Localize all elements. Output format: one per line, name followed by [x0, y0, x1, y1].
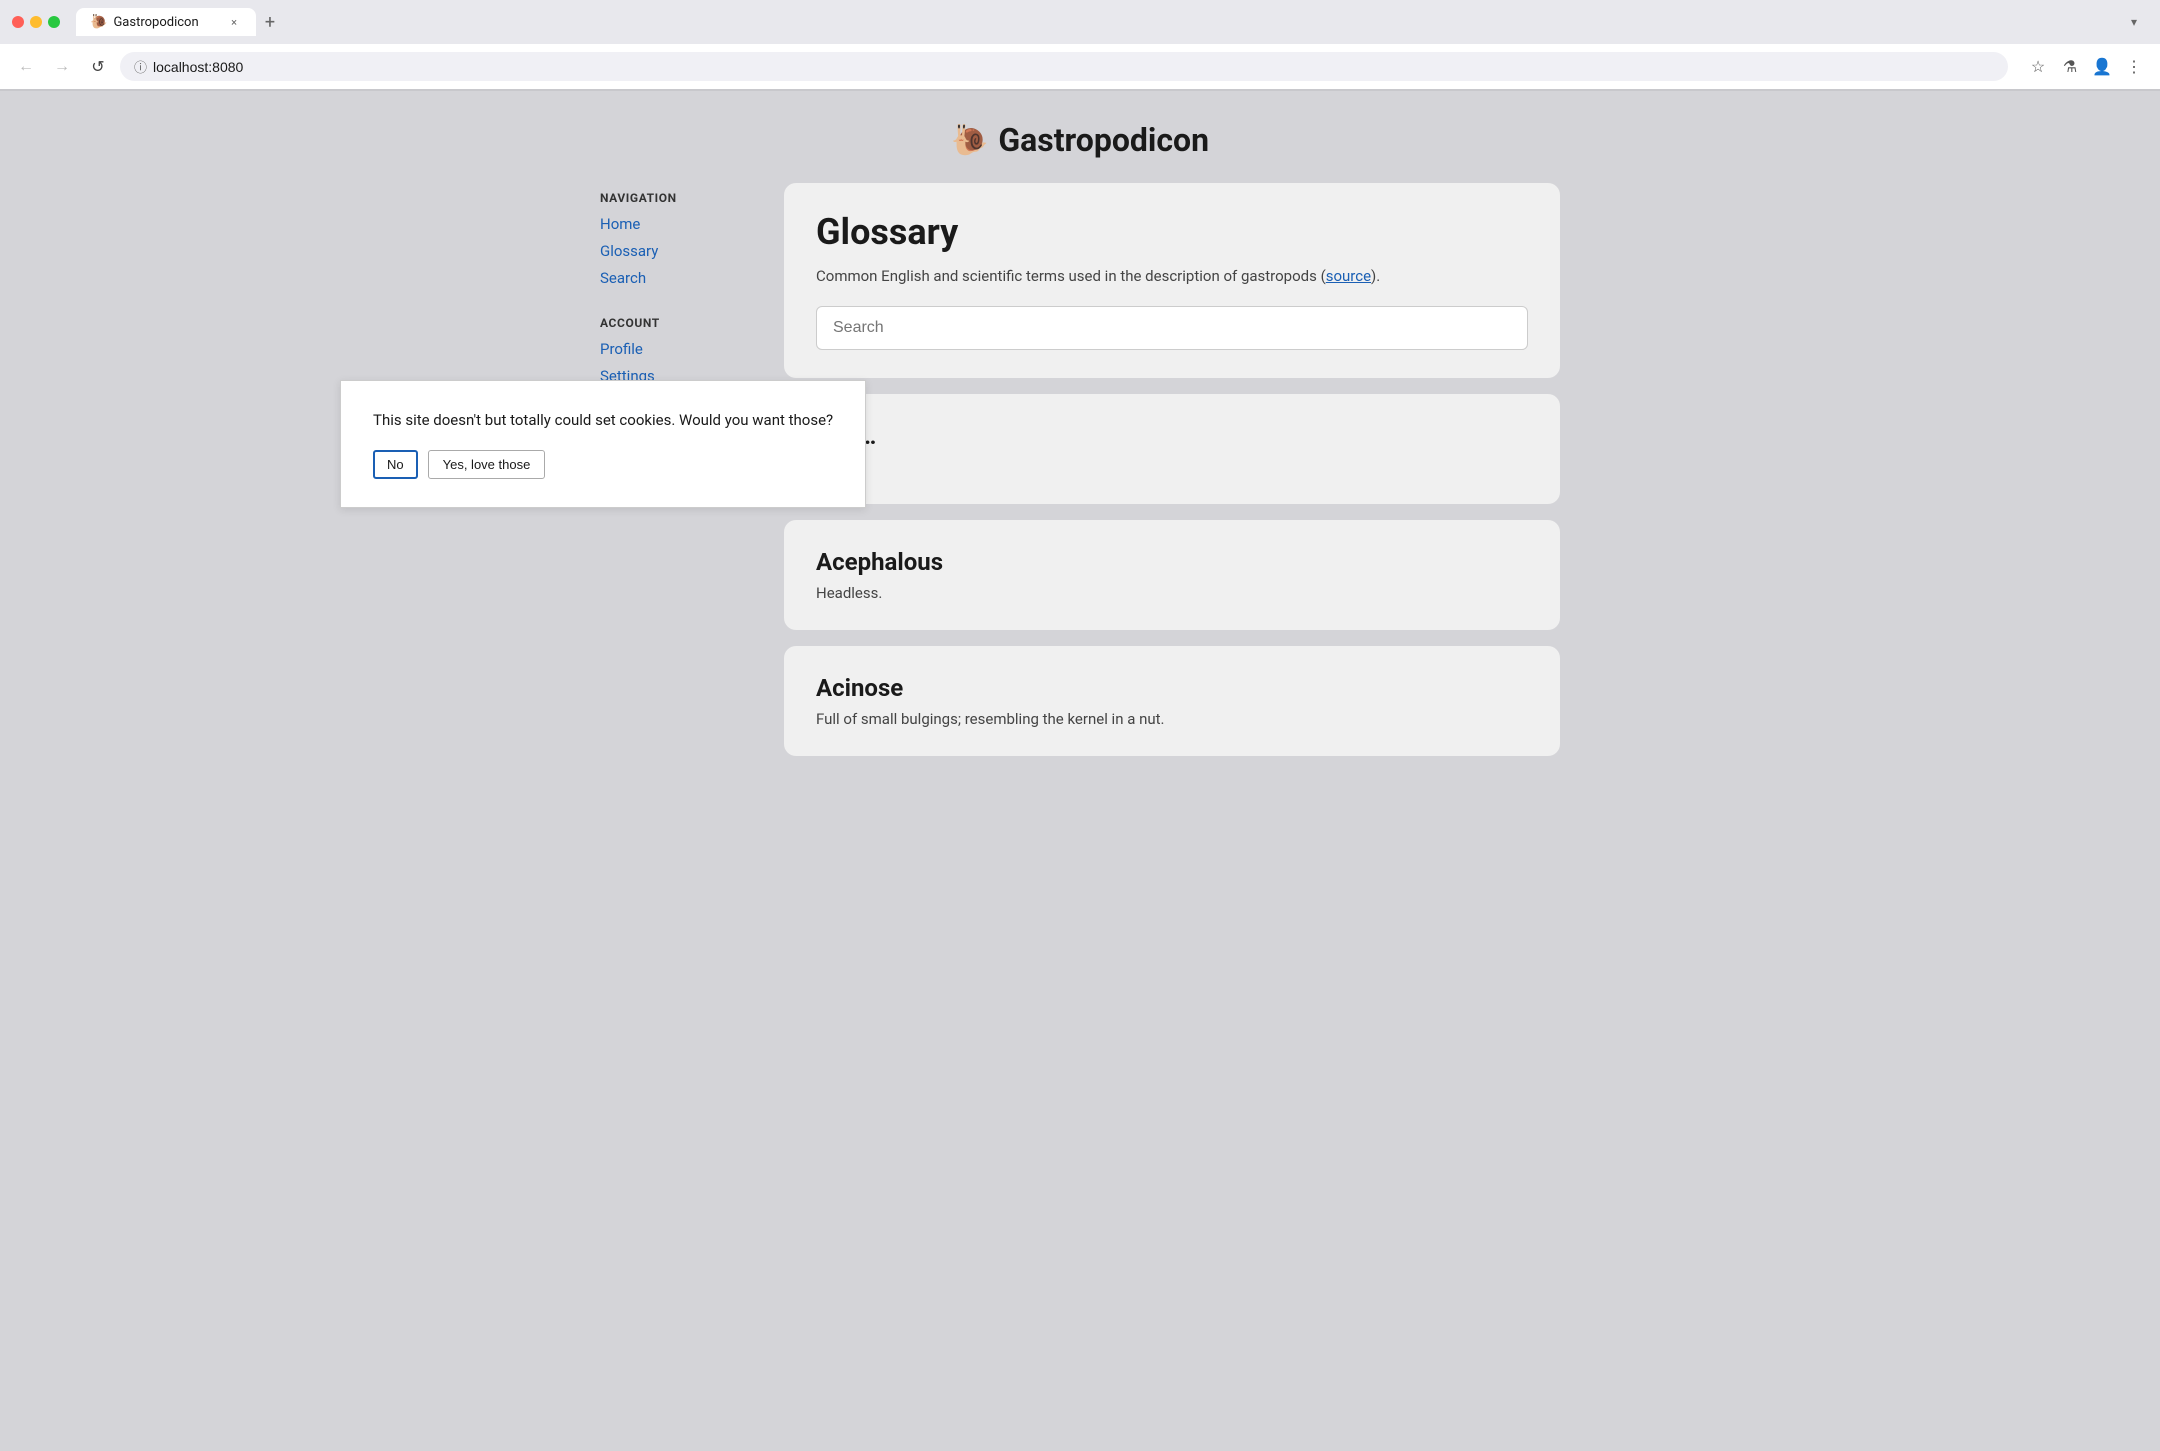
maximize-button[interactable] [48, 16, 60, 28]
glossary-definition-acephalous: Headless. [816, 584, 1528, 602]
bookmark-button[interactable]: ☆ [2024, 53, 2052, 81]
nav-section-navigation-label: NAVIGATION [600, 191, 760, 205]
forward-button[interactable]: → [48, 53, 76, 81]
browser-chrome: 🐌 Gastropodicon × + ▾ ← → ↺ ⓘ ☆ ⚗ 👤 ⋮ [0, 0, 2160, 91]
tab-favicon: 🐌 [90, 14, 107, 30]
url-input[interactable] [153, 59, 1994, 75]
new-tab-button[interactable]: + [256, 8, 284, 36]
back-button[interactable]: ← [12, 53, 40, 81]
reload-button[interactable]: ↺ [84, 53, 112, 81]
glossary-page-title: Glossary [816, 211, 1528, 253]
nav-section-account-label: ACCOUNT [600, 316, 760, 330]
glossary-description-text: Common English and scientific terms used… [816, 267, 1326, 285]
main-content: Glossary Common English and scientific t… [784, 183, 1560, 772]
toolbar-actions: ☆ ⚗ 👤 ⋮ [2024, 53, 2148, 81]
sidebar-item-search[interactable]: Search [600, 265, 760, 292]
glossary-definition: Away… [816, 458, 1528, 476]
site-name: Gastropodicon [998, 121, 1209, 159]
address-security-icon: ⓘ [134, 57, 147, 76]
profile-button[interactable]: 👤 [2088, 53, 2116, 81]
menu-button[interactable]: ⋮ [2120, 53, 2148, 81]
browser-titlebar: 🐌 Gastropodicon × + ▾ [0, 0, 2160, 44]
tab-close-icon[interactable]: × [226, 14, 242, 30]
glossary-term-acinose: Acinose [816, 674, 1528, 702]
site-header: 🐌 Gastropodicon [600, 121, 1560, 159]
sidebar-item-home[interactable]: Home [600, 211, 760, 238]
cookie-dialog: This site doesn't but totally could set … [340, 380, 866, 508]
sidebar-item-glossary[interactable]: Glossary [600, 238, 760, 265]
close-button[interactable] [12, 16, 24, 28]
snail-icon: 🐌 [951, 123, 988, 158]
source-link[interactable]: source [1326, 267, 1371, 285]
glossary-term: Aba… [816, 422, 1528, 450]
cookie-yes-button[interactable]: Yes, love those [428, 450, 546, 479]
nav-section-account: ACCOUNT Profile Settings [600, 316, 760, 390]
active-tab[interactable]: 🐌 Gastropodicon × [76, 8, 256, 36]
page-content: 🐌 Gastropodicon NAVIGATION Home Glossary… [0, 91, 2160, 1451]
glossary-header-card: Glossary Common English and scientific t… [784, 183, 1560, 378]
tab-dropdown-button[interactable]: ▾ [2120, 8, 2148, 36]
glossary-entry-card-acinose: Acinose Full of small bulgings; resembli… [784, 646, 1560, 756]
glossary-term-acephalous: Acephalous [816, 548, 1528, 576]
nav-section-navigation: NAVIGATION Home Glossary Search [600, 191, 760, 292]
minimize-button[interactable] [30, 16, 42, 28]
cookie-message: This site doesn't but totally could set … [373, 409, 833, 432]
glossary-definition-acinose: Full of small bulgings; resembling the k… [816, 710, 1528, 728]
glossary-entry-card: Aba… Away… [784, 394, 1560, 504]
sidebar-item-profile[interactable]: Profile [600, 336, 760, 363]
browser-toolbar: ← → ↺ ⓘ ☆ ⚗ 👤 ⋮ [0, 44, 2160, 90]
tab-bar: 🐌 Gastropodicon × + ▾ [76, 8, 2148, 36]
glossary-description-end: ). [1371, 267, 1380, 285]
glossary-description: Common English and scientific terms used… [816, 265, 1528, 288]
experiments-button[interactable]: ⚗ [2056, 53, 2084, 81]
cookie-no-button[interactable]: No [373, 450, 418, 479]
glossary-entry-card-acephalous: Acephalous Headless. [784, 520, 1560, 630]
traffic-lights [12, 16, 60, 28]
address-bar[interactable]: ⓘ [120, 52, 2008, 81]
tab-title: Gastropodicon [113, 15, 198, 30]
glossary-search-input[interactable] [816, 306, 1528, 350]
cookie-buttons: No Yes, love those [373, 450, 833, 479]
site-title: 🐌 Gastropodicon [600, 121, 1560, 159]
